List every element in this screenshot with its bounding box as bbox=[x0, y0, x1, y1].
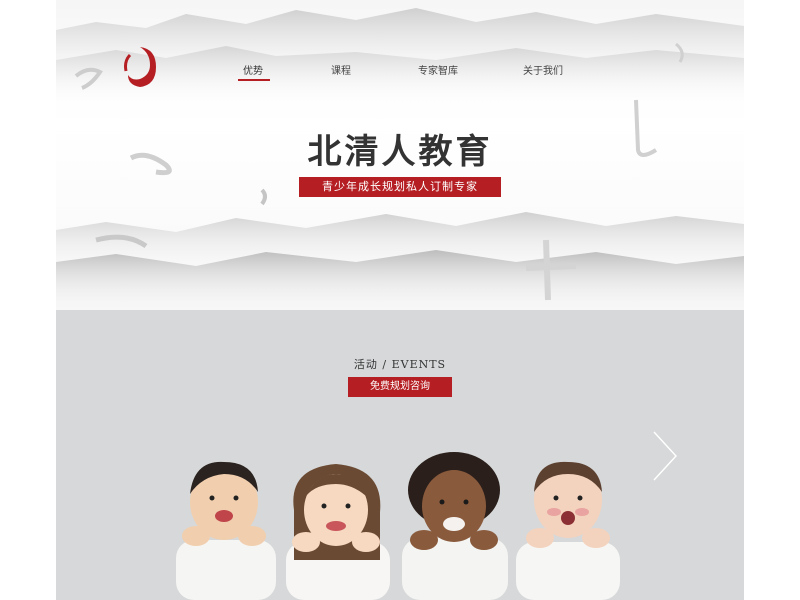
nav-item-experts[interactable]: 专家智库 bbox=[418, 62, 458, 77]
nav-item-advantages[interactable]: 优势 bbox=[243, 62, 263, 77]
hero-section: 优势 课程 专家智库 关于我们 北清人教育 青少年成长规划私人订制专家 bbox=[56, 0, 744, 310]
chevron-right-icon[interactable] bbox=[650, 430, 680, 482]
hero-title: 北清人教育 bbox=[307, 132, 493, 172]
child-2 bbox=[286, 464, 390, 600]
children-photo bbox=[176, 452, 620, 600]
free-consultation-button[interactable]: 免费规划咨询 bbox=[348, 377, 452, 397]
child-3 bbox=[402, 452, 508, 600]
child-4 bbox=[516, 461, 620, 600]
nav-item-about[interactable]: 关于我们 bbox=[523, 62, 563, 77]
page: 优势 课程 专家智库 关于我们 北清人教育 青少年成长规划私人订制专家 活动 /… bbox=[56, 0, 744, 600]
events-section: 活动 / EVENTS 免费规划咨询 bbox=[56, 310, 744, 600]
events-heading: 活动 / EVENTS bbox=[353, 358, 447, 371]
nav-item-courses[interactable]: 课程 bbox=[331, 62, 351, 77]
hero-subtitle-banner: 青少年成长规划私人订制专家 bbox=[299, 177, 501, 197]
main-nav: 优势 课程 专家智库 关于我们 bbox=[56, 58, 744, 88]
child-1 bbox=[176, 461, 276, 600]
nav-active-indicator bbox=[238, 79, 270, 81]
